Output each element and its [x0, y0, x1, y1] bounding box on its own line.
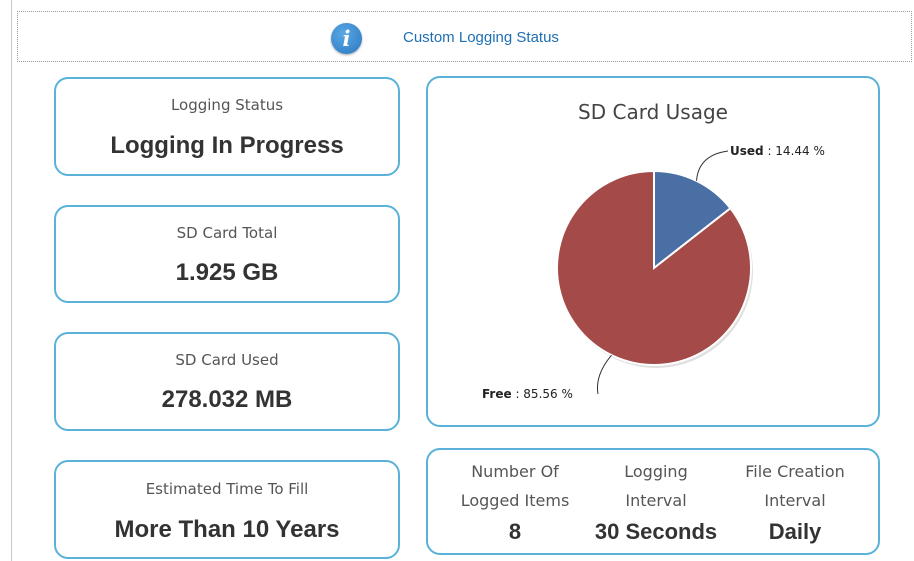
- logged-items-label-line1: Number Of: [471, 462, 559, 481]
- logging-status-label: Logging Status: [170, 96, 284, 114]
- logged-items-stat: Number Of Logged Items 8: [440, 457, 590, 545]
- pie-chart: Used : 14.44 % Free : 85.56 %: [482, 144, 825, 401]
- time-to-fill-card: Estimated Time To Fill More Than 10 Year…: [54, 460, 400, 559]
- logging-status-card: Logging Status Logging In Progress: [54, 77, 400, 176]
- logged-items-value: 8: [508, 519, 522, 544]
- pie-label-used: Used : 14.44 %: [730, 144, 825, 158]
- time-to-fill-label: Estimated Time To Fill: [145, 480, 309, 498]
- pie-label-name-free: Free: [482, 387, 512, 401]
- sd-card-used-label: SD Card Used: [175, 351, 279, 369]
- header-title: Custom Logging Status: [403, 29, 559, 46]
- sd-card-used-value: 278.032 MB: [161, 386, 293, 413]
- logging-stats-card: Number Of Logged Items 8 Logging Interva…: [426, 448, 880, 555]
- file-creation-value: Daily: [768, 519, 822, 544]
- sd-card-usage-chart-card: SD Card Usage Used : 14.44 % Free : 85.56…: [426, 76, 880, 427]
- file-creation-interval-stat: File Creation Interval Daily: [720, 457, 870, 545]
- sd-card-used-card: SD Card Used 278.032 MB: [54, 332, 400, 431]
- time-to-fill-value: More Than 10 Years: [114, 516, 340, 543]
- file-creation-label-line2: Interval: [764, 491, 826, 510]
- logged-items-label-line2: Logged Items: [460, 491, 570, 510]
- logging-interval-value: 30 Seconds: [594, 519, 718, 544]
- sd-card-total-label: SD Card Total: [176, 224, 278, 242]
- pie-label-value-free: : 85.56 %: [512, 387, 573, 401]
- logging-interval-label-line2: Interval: [625, 491, 687, 510]
- file-creation-label-line1: File Creation: [745, 462, 845, 481]
- logging-interval-label-line1: Logging: [624, 462, 688, 481]
- pie-label-name-used: Used: [730, 144, 764, 158]
- pie-connector-free: [596, 354, 612, 395]
- logging-status-value: Logging In Progress: [110, 132, 344, 159]
- pie-label-value-used: : 14.44 %: [764, 144, 825, 158]
- pie-connector-used: [696, 150, 729, 181]
- sd-card-total-value: 1.925 GB: [175, 259, 279, 286]
- info-icon[interactable]: i: [331, 23, 362, 54]
- sd-card-total-card: SD Card Total 1.925 GB: [54, 205, 400, 303]
- logging-interval-stat: Logging Interval 30 Seconds: [581, 457, 731, 545]
- pie-label-free: Free : 85.56 %: [482, 387, 573, 401]
- status-header: i Custom Logging Status: [17, 11, 912, 62]
